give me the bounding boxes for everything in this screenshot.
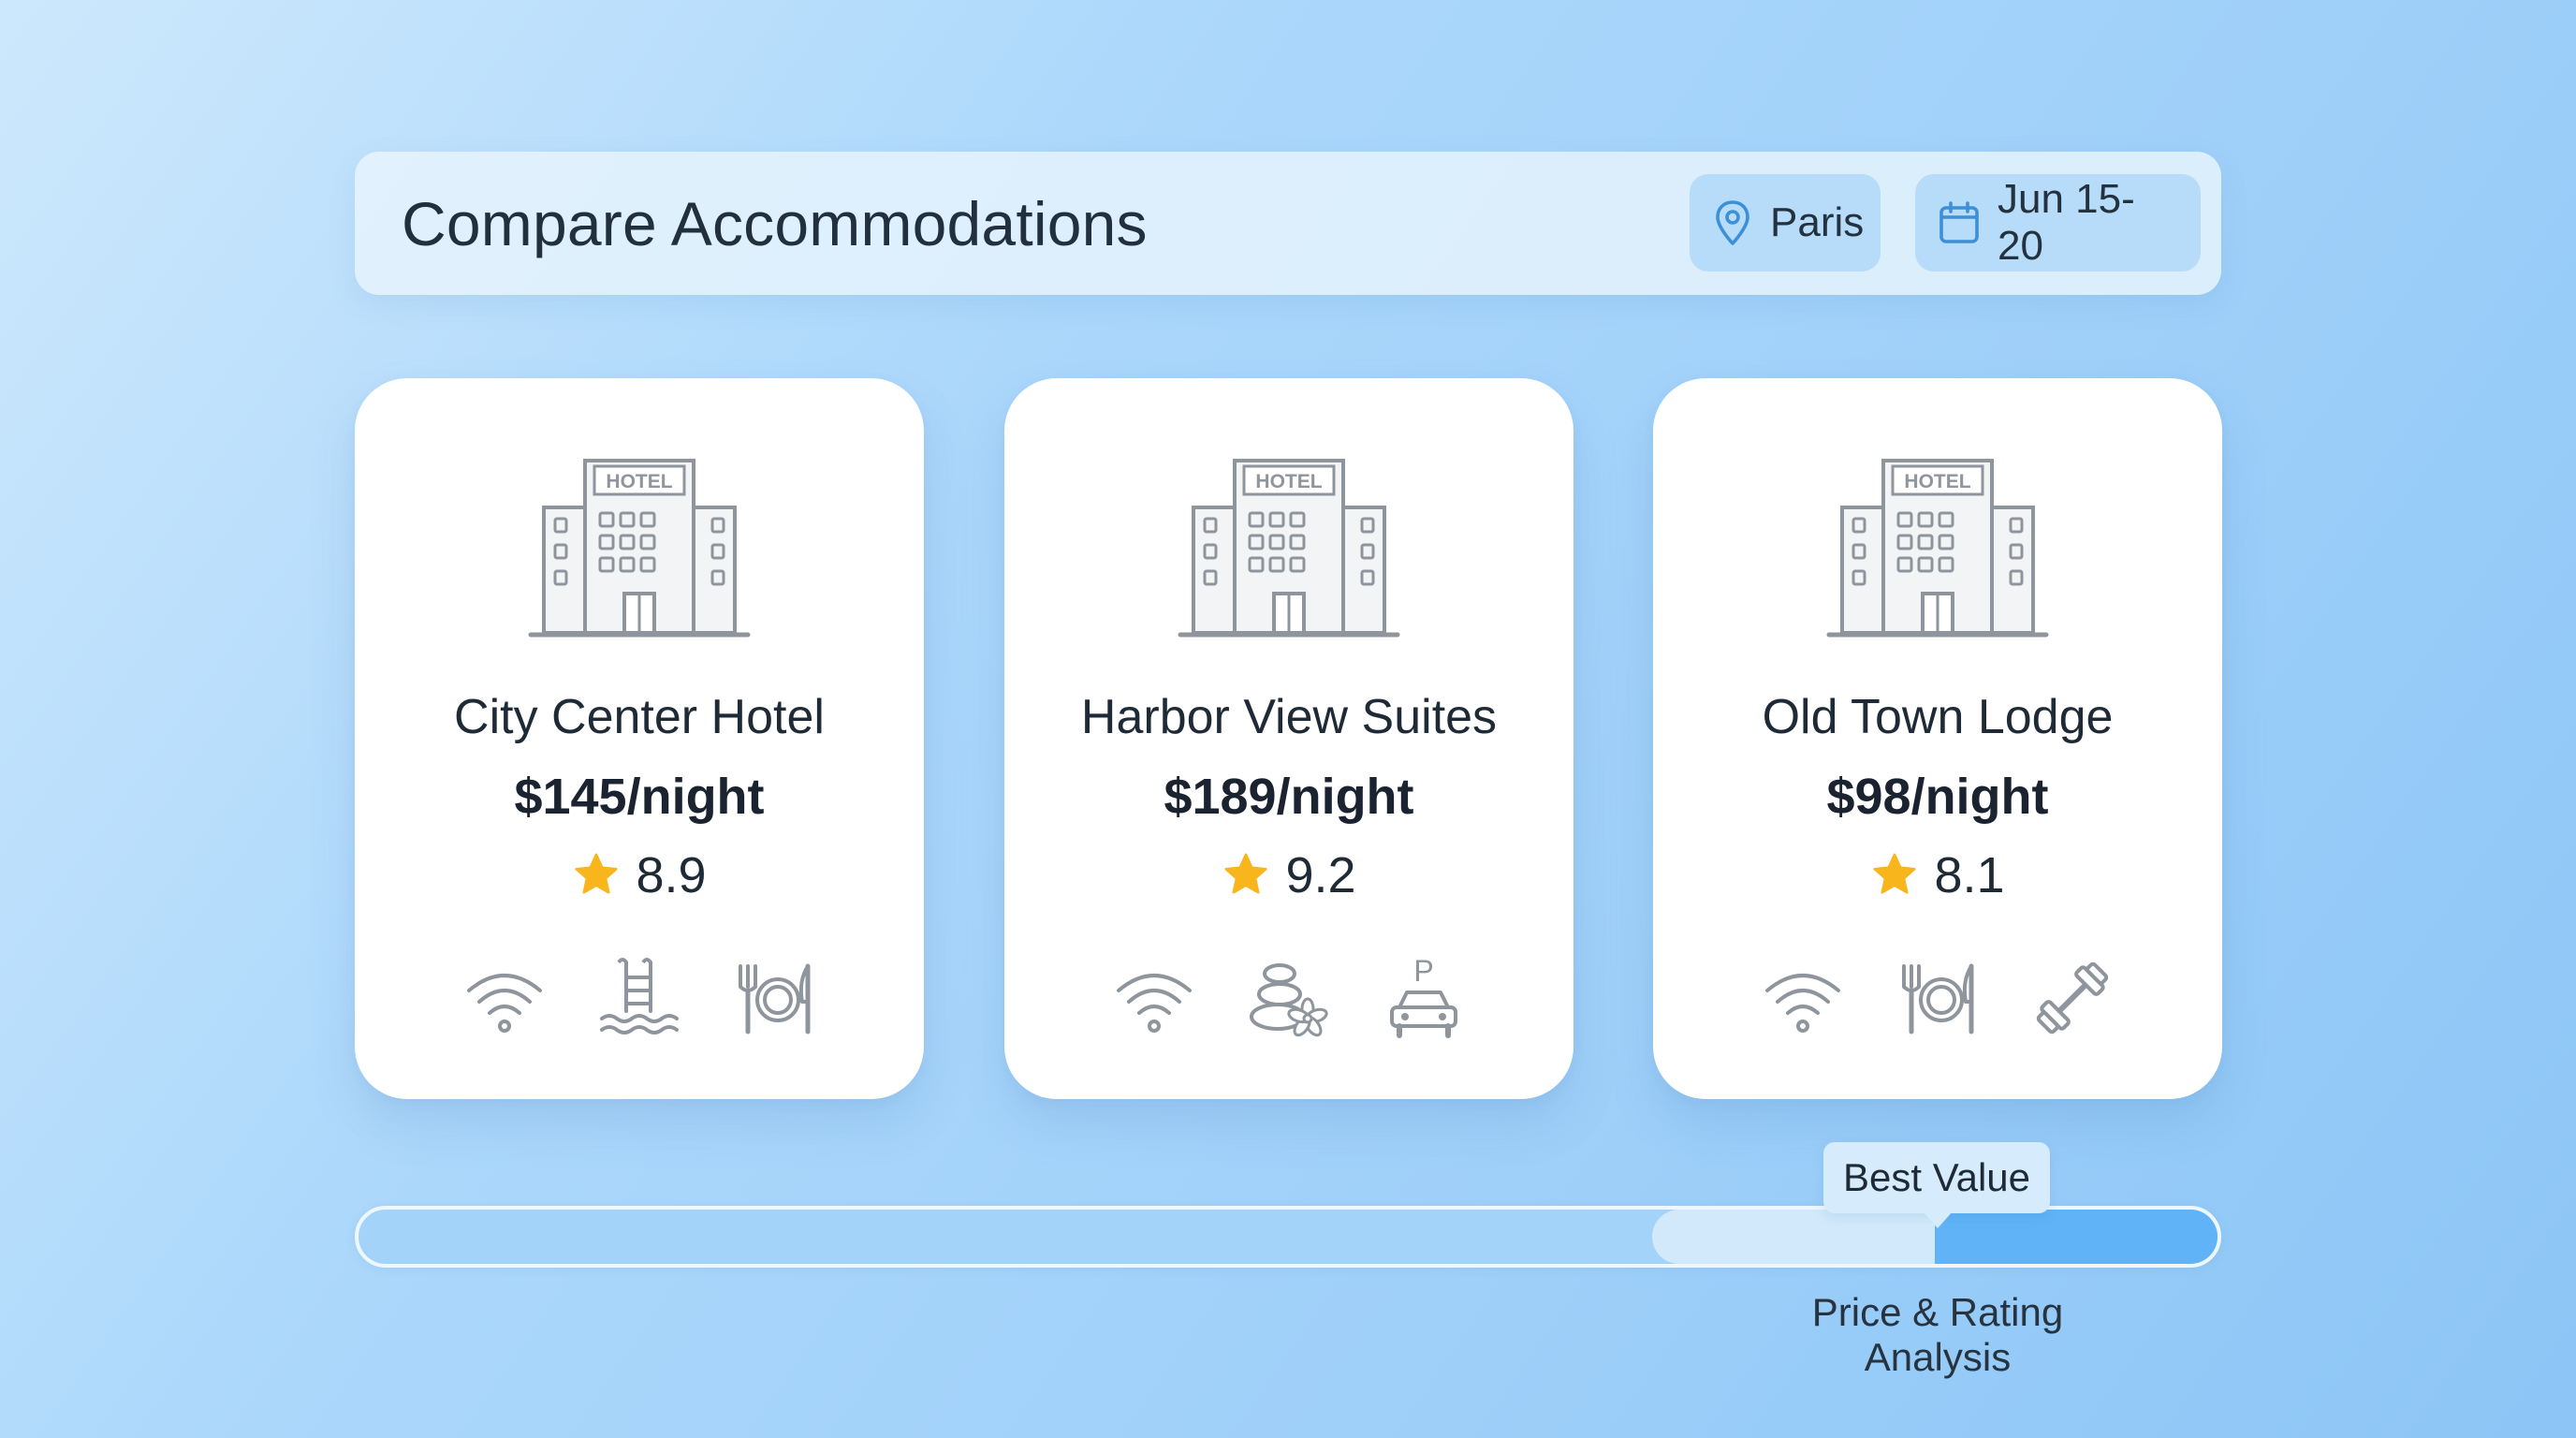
amenity-wifi	[1758, 953, 1848, 1043]
star-icon	[1224, 853, 1267, 894]
analysis-label: Price & Rating Analysis	[1811, 1290, 2064, 1379]
amenities-row	[1653, 953, 2222, 1043]
svg-text:P: P	[1413, 954, 1433, 988]
amenity-parking: P	[1379, 953, 1469, 1043]
restaurant-icon	[739, 963, 811, 1034]
amenity-spa	[1244, 953, 1334, 1043]
amenity-restaurant	[1893, 953, 1983, 1043]
amenities-row: P	[1004, 953, 1573, 1043]
parking-icon: P	[1390, 954, 1457, 1038]
hotel-rating: 8.1	[1653, 846, 2222, 904]
wifi-icon	[467, 974, 542, 1033]
hotel-name: Harbor View Suites	[1080, 690, 1498, 744]
location-chip-label: Paris	[1770, 199, 1865, 245]
dates-chip-label: Jun 15-20	[1998, 176, 2135, 269]
header-bar: Compare Accommodations Paris Jun 15-20	[355, 152, 2221, 295]
amenity-wifi	[460, 953, 549, 1043]
hotel-sign-text: HOTEL	[1904, 471, 1970, 492]
hotel-rating: 9.2	[1004, 846, 1573, 904]
gym-icon	[2036, 961, 2109, 1034]
hotel-price: $145/night	[514, 769, 765, 825]
rating-value: 8.9	[636, 847, 707, 903]
restaurant-icon	[1902, 963, 1974, 1034]
star-icon	[1873, 853, 1916, 894]
hotel-rating: 8.9	[355, 846, 924, 904]
location-filter-chip[interactable]: Paris	[1690, 174, 1881, 271]
calendar-icon	[1939, 201, 1979, 243]
amenity-gym	[2027, 953, 2117, 1043]
hotel-sign-text: HOTEL	[606, 471, 672, 492]
hotel-name: City Center Hotel	[454, 690, 825, 744]
tooltip-pointer	[1923, 1211, 1953, 1228]
amenity-pool	[594, 953, 684, 1043]
hotel-name: Old Town Lodge	[1762, 690, 2114, 744]
hotel-card[interactable]: HOTEL Old Town Lodge $98/night 8.1	[1653, 378, 2222, 1099]
wifi-icon	[1765, 974, 1840, 1033]
map-pin-icon	[1716, 200, 1749, 245]
amenities-row	[355, 953, 924, 1043]
wifi-icon	[1117, 974, 1192, 1033]
best-value-tooltip: Best Value	[1823, 1142, 2050, 1213]
hotel-building-icon: HOTEL	[1178, 459, 1400, 638]
hotel-sign-text: HOTEL	[1255, 471, 1322, 492]
hotel-building-icon: HOTEL	[1826, 459, 2049, 638]
hotel-building-icon: HOTEL	[528, 459, 751, 638]
dates-filter-chip[interactable]: Jun 15-20	[1915, 174, 2201, 271]
hotel-card[interactable]: HOTEL City Center Hotel $145/night 8.9	[355, 378, 924, 1099]
rating-value: 9.2	[1285, 847, 1356, 903]
hotel-price: $98/night	[1826, 769, 2049, 825]
hotel-card[interactable]: HOTEL Harbor View Suites $189/night 9.2	[1004, 378, 1573, 1099]
amenity-wifi	[1109, 953, 1199, 1043]
spa-icon	[1250, 963, 1328, 1037]
rating-value: 8.1	[1934, 847, 2005, 903]
amenity-restaurant	[729, 953, 819, 1043]
best-value-range	[1652, 1210, 1935, 1264]
pool-icon	[600, 958, 679, 1034]
best-value-fill	[1935, 1210, 2217, 1264]
hotel-price: $189/night	[1164, 769, 1414, 825]
page-title: Compare Accommodations	[402, 188, 1148, 258]
star-icon	[575, 853, 618, 894]
